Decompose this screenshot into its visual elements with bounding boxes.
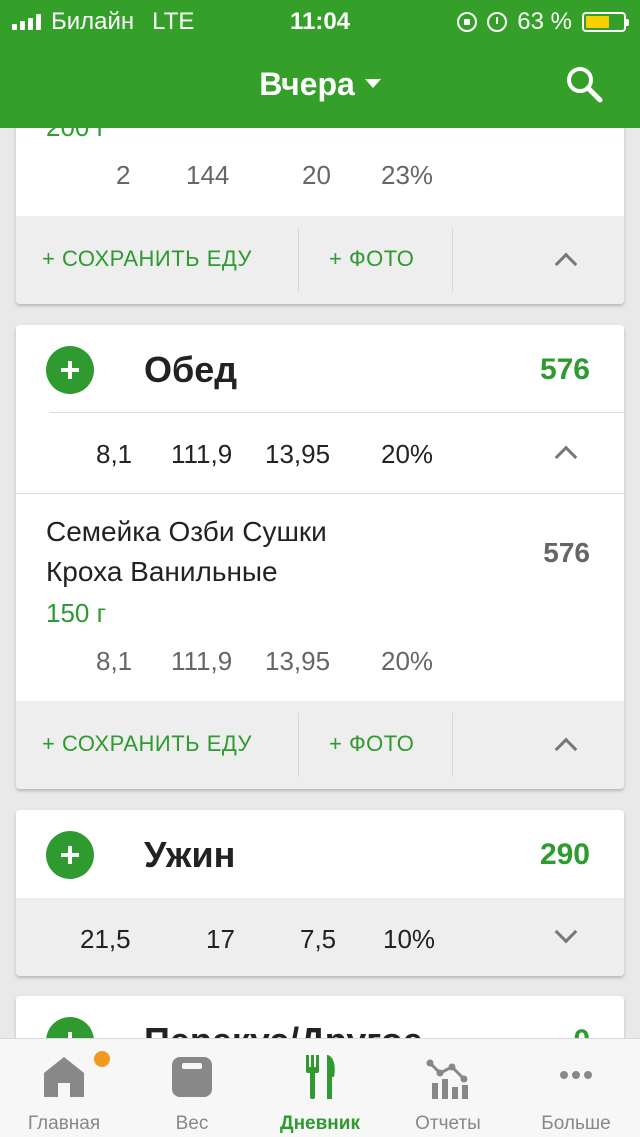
collapse-chevron-up-icon[interactable]	[554, 737, 578, 761]
divider	[452, 228, 453, 292]
nutrient-fat: 13,95	[265, 646, 331, 676]
food-item[interactable]: Семейка Озби Сушки Кроха Ванильные 576 1…	[16, 494, 624, 701]
meal-card-dinner: Ужин 290 21,5 17 7,5 10%	[16, 810, 624, 976]
battery-icon	[582, 12, 629, 32]
nutrient-percent: 10%	[383, 924, 436, 954]
divider	[298, 228, 299, 292]
nutrient-percent: 20%	[381, 646, 434, 676]
more-dots-icon	[560, 1071, 592, 1079]
meal-title: Ужин	[144, 834, 236, 875]
add-photo-button[interactable]: + ФОТО	[329, 731, 414, 757]
collapse-chevron-up-icon[interactable]	[554, 252, 578, 276]
nav-item-diary[interactable]: Дневник	[256, 1039, 384, 1137]
nav-item-reports[interactable]: Отчеты	[384, 1039, 512, 1137]
notification-badge	[94, 1051, 110, 1067]
add-food-button[interactable]	[46, 346, 94, 394]
reports-chart-icon	[426, 1059, 468, 1099]
bottom-navigation: Главная Вес Дневник Отчеты Больше	[0, 1038, 640, 1137]
rotation-lock-icon	[457, 12, 478, 32]
meal-nutrient-totals[interactable]: 21,5 17 7,5 10%	[16, 898, 624, 976]
date-title: Вчера	[259, 66, 355, 102]
nutrient-carbs: 144	[186, 160, 230, 190]
scale-icon	[172, 1057, 212, 1097]
food-calories: 576	[543, 537, 590, 568]
search-button[interactable]	[564, 64, 604, 104]
collapse-chevron-up-icon[interactable]	[554, 445, 578, 469]
save-food-button[interactable]: + СОХРАНИТЬ ЕДУ	[42, 246, 252, 272]
nav-item-home[interactable]: Главная	[0, 1039, 128, 1137]
nutrient-percent: 23%	[381, 160, 434, 190]
search-icon	[567, 67, 603, 103]
nav-label: Больше	[541, 1113, 611, 1134]
meal-title: Обед	[144, 349, 238, 390]
nutrient-protein: 8,1	[96, 646, 133, 676]
expand-chevron-down-icon[interactable]	[554, 920, 578, 944]
nutrient-percent: 20%	[381, 439, 434, 469]
nutrient-fat: 20	[302, 160, 331, 190]
nutrient-protein: 21,5	[80, 924, 131, 954]
divider	[298, 713, 299, 777]
nav-item-weight[interactable]: Вес	[128, 1039, 256, 1137]
nav-label: Вес	[175, 1113, 209, 1134]
nutrient-carbs: 17	[206, 924, 235, 954]
nav-label: Главная	[27, 1113, 101, 1134]
nutrient-protein: 8,1	[96, 439, 133, 469]
divider	[452, 713, 453, 777]
meal-actions: + СОХРАНИТЬ ЕДУ + ФОТО	[16, 701, 624, 789]
food-name-line1: Семейка Озби Сушки	[46, 516, 327, 547]
nav-label: Дневник	[280, 1113, 360, 1134]
meal-card-lunch: Обед 576 8,1 111,9 13,95 20% Семейка Озб…	[16, 325, 624, 789]
app-header: Билайн LTE 11:04 63 % Вчера	[0, 0, 640, 128]
meal-calories: 576	[539, 353, 590, 386]
nutrient-fat: 7,5	[300, 924, 337, 954]
chevron-down-icon	[364, 79, 381, 89]
battery-percent: 63 %	[517, 8, 572, 35]
food-name-line2: Кроха Ванильные	[46, 556, 278, 587]
nutrient-carbs: 111,9	[171, 646, 233, 676]
home-icon	[44, 1057, 84, 1097]
meal-calories: 290	[539, 838, 590, 871]
nav-label: Отчеты	[415, 1113, 481, 1134]
nutrient-fat: 13,95	[265, 439, 331, 469]
nav-item-more[interactable]: Больше	[512, 1039, 640, 1137]
food-weight: 150 г	[46, 598, 107, 628]
add-food-button[interactable]	[46, 831, 94, 879]
status-bar: Билайн LTE 11:04 63 %	[0, 0, 640, 40]
save-food-button[interactable]: + СОХРАНИТЬ ЕДУ	[42, 731, 252, 757]
fork-knife-icon	[306, 1055, 335, 1099]
alarm-icon	[487, 12, 508, 32]
date-selector[interactable]: Вчера	[0, 66, 640, 103]
meal-actions: + СОХРАНИТЬ ЕДУ + ФОТО	[16, 216, 624, 304]
add-photo-button[interactable]: + ФОТО	[329, 246, 414, 272]
nutrient-protein: 2	[116, 160, 131, 190]
nutrient-carbs: 111,9	[171, 439, 233, 469]
divider	[50, 412, 624, 413]
